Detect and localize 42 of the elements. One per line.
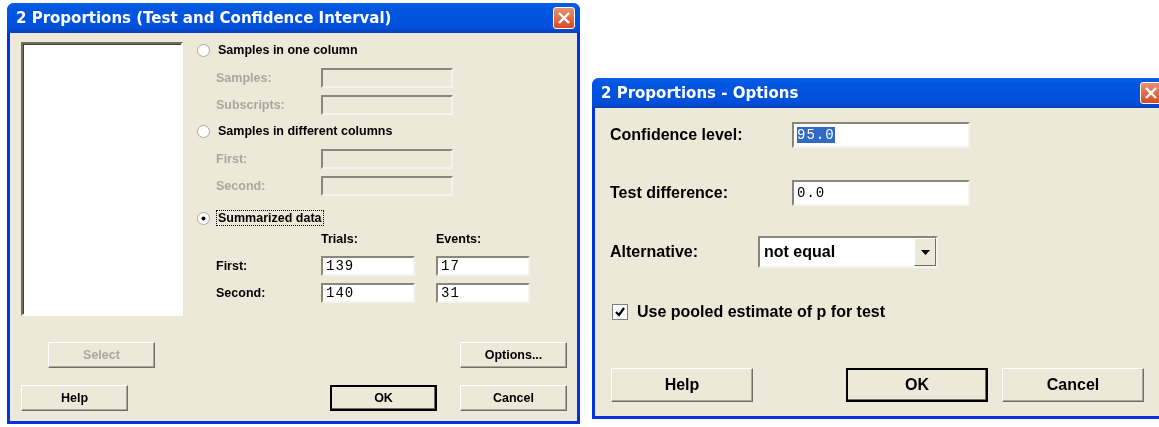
dropdown[interactable]: not equal [758, 236, 938, 268]
row-label: First: [216, 259, 249, 273]
close-icon [557, 11, 571, 25]
field-label: Second: [216, 179, 267, 193]
radio-button[interactable] [197, 124, 210, 138]
window-title: 2 Proportions (Test and Confidence Interval) [16, 9, 393, 27]
input-field[interactable]: 95.0 [792, 122, 970, 148]
radio-label[interactable]: Samples in different columns [216, 123, 395, 139]
cancel-button[interactable]: Cancel [1002, 368, 1144, 402]
dropdown-button[interactable] [914, 238, 936, 266]
ok-button[interactable]: OK [330, 385, 437, 411]
input-field[interactable]: 17 [436, 256, 530, 276]
cancel-button[interactable]: Cancel [460, 385, 567, 411]
input-field[interactable]: 0.0 [792, 180, 970, 206]
radio-label[interactable]: Summarized data [216, 210, 324, 226]
radio-button[interactable] [197, 43, 210, 57]
checkbox-label[interactable]: Use pooled estimate of p for test [637, 303, 886, 321]
checkbox[interactable] [612, 304, 628, 320]
caret-icon [920, 249, 930, 255]
close-button[interactable] [553, 7, 575, 29]
input-field[interactable]: 140 [321, 283, 415, 303]
ok-button[interactable]: OK [846, 368, 988, 402]
help-button[interactable]: Help [611, 368, 753, 402]
field-label: Test difference: [610, 184, 729, 202]
input-field[interactable]: 139 [321, 256, 415, 276]
radio-label[interactable]: Samples in one column [216, 42, 360, 58]
column-header: Events: [436, 232, 483, 248]
help-button[interactable]: Help [21, 385, 128, 411]
close-button[interactable] [1140, 82, 1159, 104]
row-label: Second: [216, 286, 267, 300]
radio-button[interactable] [197, 211, 210, 225]
field-label: Samples: [216, 71, 273, 85]
field-label: Confidence level: [610, 126, 744, 144]
variable-list[interactable] [21, 42, 183, 316]
input-field[interactable]: 31 [436, 283, 530, 303]
field-label: First: [216, 152, 249, 166]
field-label: Alternative: [610, 243, 700, 261]
column-header: Trials: [321, 232, 359, 248]
field-label: Subscripts: [216, 98, 286, 112]
window-title: 2 Proportions - Options [601, 84, 800, 102]
close-icon [1144, 86, 1158, 100]
options-button[interactable]: Options... [460, 342, 567, 368]
